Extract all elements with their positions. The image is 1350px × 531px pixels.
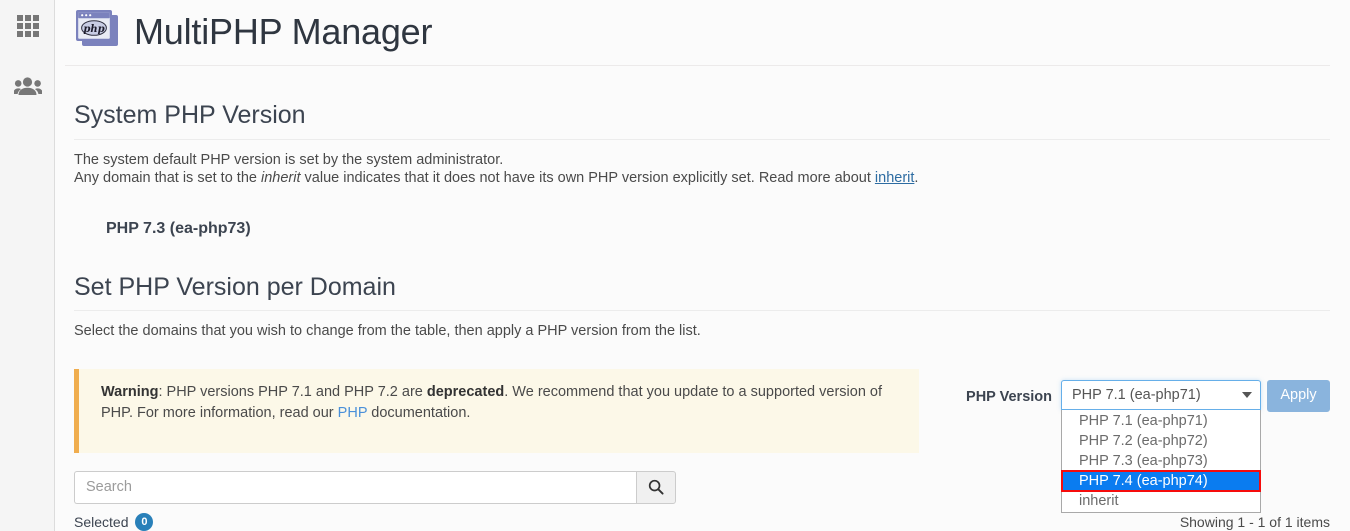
system-description-line2-b: value indicates that it does not have it… xyxy=(300,170,875,187)
search-icon xyxy=(648,479,664,495)
page-title: MultiPHP Manager xyxy=(134,10,433,52)
divider xyxy=(74,310,1330,312)
system-php-version-description: The system default PHP version is set by… xyxy=(74,151,1340,188)
svg-text:php: php xyxy=(83,24,104,35)
system-description-line1: The system default PHP version is set by… xyxy=(74,151,504,168)
warning-and-controls-row: Warning: PHP versions PHP 7.1 and PHP 7.… xyxy=(65,368,1340,513)
sidebar-item-apps[interactable] xyxy=(0,2,55,50)
selected-label-group: Selected 0 xyxy=(74,512,154,531)
php-version-select-wrapper: PHP 7.1 (ea-php71) PHP 7.1 (ea-php71) PHP… xyxy=(1061,379,1261,513)
php-version-control: PHP Version PHP 7.1 (ea-php71) PHP 7.1 (… xyxy=(966,379,1330,513)
multiphp-manager-page: php MultiPHP Manager System PHP Version … xyxy=(0,0,1350,531)
php-version-option[interactable]: PHP 7.2 (ea-php72) xyxy=(1062,431,1260,451)
sidebar-item-users[interactable] xyxy=(0,62,55,110)
search-input[interactable] xyxy=(74,470,636,504)
warning-label: Warning xyxy=(101,383,159,400)
current-php-version: PHP 7.3 (ea-php73) xyxy=(106,219,251,237)
search-row xyxy=(74,470,676,504)
divider xyxy=(74,138,1330,140)
selected-label: Selected xyxy=(74,513,129,530)
php-version-option[interactable]: PHP 7.3 (ea-php73) xyxy=(1062,451,1260,471)
page-header: php MultiPHP Manager xyxy=(65,0,1330,66)
warning-bold-deprecated: deprecated xyxy=(426,383,505,400)
php-version-option[interactable]: inherit xyxy=(1062,491,1260,511)
inherit-link[interactable]: inherit xyxy=(875,170,915,186)
warning-text-c: documentation. xyxy=(367,404,471,421)
selected-count-badge: 0 xyxy=(135,512,154,531)
sidebar-rail xyxy=(0,0,55,531)
main-content: php MultiPHP Manager System PHP Version … xyxy=(55,0,1350,531)
chevron-down-icon xyxy=(1242,391,1252,398)
php-version-select[interactable]: PHP 7.1 (ea-php71) xyxy=(1061,379,1261,410)
php-version-options-list[interactable]: PHP 7.1 (ea-php71) PHP 7.2 (ea-php72) PHP … xyxy=(1061,409,1261,513)
php-documentation-link[interactable]: PHP xyxy=(338,405,368,421)
php-version-label: PHP Version xyxy=(966,388,1052,405)
php-version-option[interactable]: PHP 7.1 (ea-php71) xyxy=(1062,411,1260,431)
system-description-line2-c: . xyxy=(914,170,919,187)
warning-text-a: : PHP versions PHP 7.1 and PHP 7.2 are xyxy=(158,383,427,400)
deprecation-warning: Warning: PHP versions PHP 7.1 and PHP 7.… xyxy=(74,368,919,453)
system-description-line2-a: Any domain that is set to the xyxy=(74,170,261,187)
showing-items-text: Showing 1 - 1 of 1 items xyxy=(1179,513,1330,530)
inherit-italic: inherit xyxy=(261,170,301,187)
people-icon xyxy=(13,77,42,95)
grid-icon xyxy=(16,15,39,37)
set-php-version-per-domain-heading: Set PHP Version per Domain xyxy=(74,272,396,301)
search-button[interactable] xyxy=(636,470,676,504)
php-version-selected-value: PHP 7.1 (ea-php71) xyxy=(1072,386,1201,403)
system-php-version-heading: System PHP Version xyxy=(74,101,306,129)
php-window-icon: php xyxy=(74,8,120,55)
apply-button[interactable]: Apply xyxy=(1267,379,1330,412)
php-version-option[interactable]: PHP 7.4 (ea-php74) xyxy=(1061,469,1261,492)
table-footer: Selected 0 Showing 1 - 1 of 1 items xyxy=(74,512,1340,531)
domain-section-description: Select the domains that you wish to chan… xyxy=(74,323,701,340)
